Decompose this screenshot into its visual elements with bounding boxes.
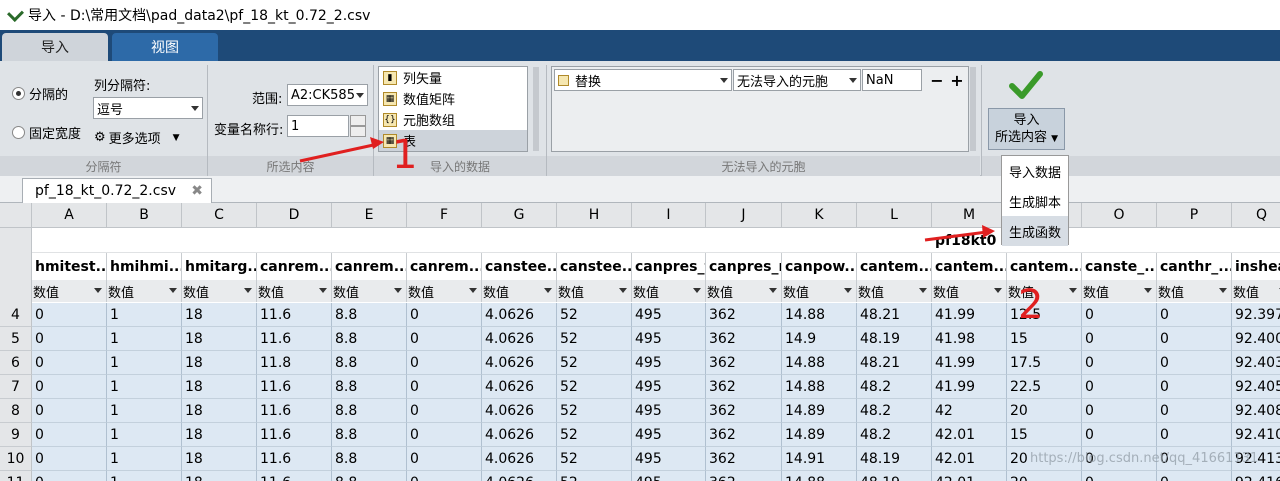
annotation-layer (299, 137, 995, 242)
annotation-arrowhead-2 (982, 225, 995, 238)
annotation-arrow-2 (924, 230, 988, 242)
annotation-arrow-1 (299, 142, 379, 163)
annotation-arrowhead-1 (370, 137, 384, 149)
annotation-step-1: 1 (392, 132, 418, 178)
annotation-step-2: 2 (1018, 282, 1044, 328)
